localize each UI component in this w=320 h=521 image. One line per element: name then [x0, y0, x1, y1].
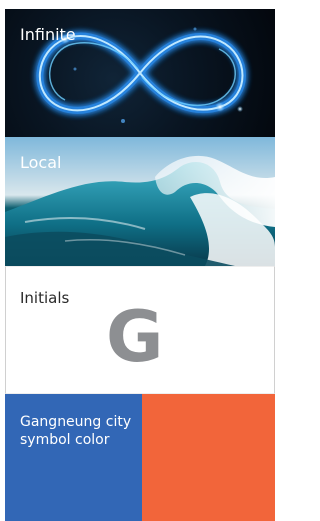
- symbol-color-panel: Gangneung city symbol color: [5, 394, 275, 521]
- initials-panel: Initials G: [5, 266, 275, 394]
- initials-label: Initials: [20, 289, 70, 307]
- infinite-label: Infinite: [20, 25, 76, 44]
- orange-color-swatch: [142, 394, 275, 521]
- initial-letter: G: [106, 296, 164, 378]
- symbol-color-label: Gangneung city symbol color: [20, 413, 131, 449]
- symbol-color-label-line1: Gangneung city: [20, 414, 132, 430]
- local-label: Local: [20, 153, 62, 172]
- local-panel: Local: [5, 137, 275, 266]
- symbol-color-label-line2: symbol color: [20, 432, 110, 448]
- infinite-panel: Infinite: [5, 9, 275, 137]
